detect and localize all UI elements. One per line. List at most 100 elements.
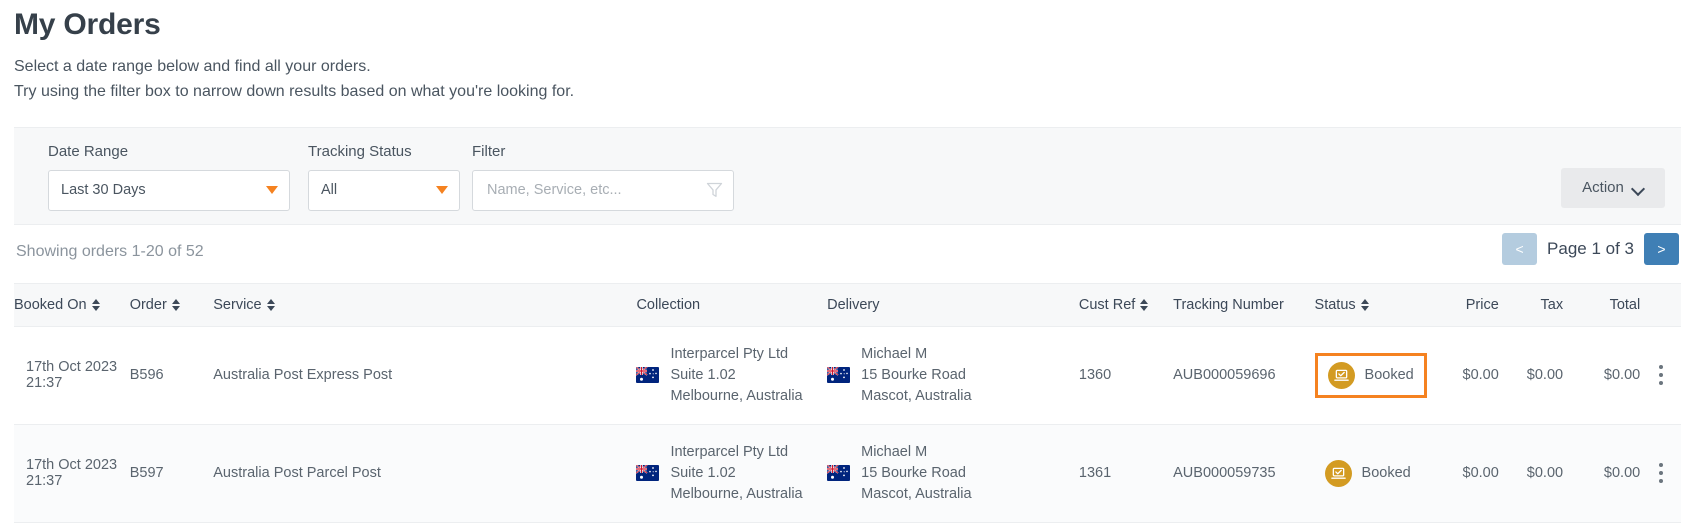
date-range-value: Last 30 Days	[61, 182, 146, 199]
date-range-group: Date Range Last 30 Days	[48, 144, 290, 211]
sort-icon	[171, 298, 181, 311]
col-collection-label: Collection	[636, 296, 701, 313]
sort-icon	[91, 298, 101, 311]
col-price: Price	[1432, 283, 1499, 327]
filter-bar: Date Range Last 30 Days Tracking Status …	[14, 126, 1681, 225]
cell-total: $0.00	[1563, 326, 1641, 425]
col-total-label: Total	[1609, 296, 1641, 313]
table-row[interactable]: 17th Oct 2023 21:37 B596 Australia Post …	[14, 326, 1681, 425]
page-header: My Orders Select a date range below and …	[0, 0, 1695, 105]
col-order-label: Order	[129, 296, 167, 313]
action-button[interactable]: Action	[1561, 167, 1665, 208]
cell-status: Booked	[1314, 326, 1433, 425]
cell-status: Booked	[1314, 424, 1433, 523]
collection-line-2: Suite 1.02	[670, 464, 736, 481]
status-badge[interactable]: Booked	[1314, 352, 1427, 398]
col-booked-on[interactable]: Booked On	[14, 283, 130, 327]
status-label: Booked	[1364, 367, 1414, 384]
action-button-label: Action	[1582, 179, 1624, 197]
caret-down-icon	[266, 186, 278, 195]
cell-collection: Interparcel Pty Ltd Suite 1.02 Melbourne…	[636, 424, 828, 523]
orders-table-body: 17th Oct 2023 21:37 B596 Australia Post …	[14, 326, 1681, 523]
cell-delivery: Michael M 15 Bourke Road Mascot, Austral…	[827, 326, 1079, 425]
collection-line-3: Melbourne, Australia	[670, 485, 803, 502]
collection-line-1: Interparcel Pty Ltd	[670, 443, 789, 460]
cell-price: $0.00	[1432, 424, 1499, 523]
col-service[interactable]: Service	[213, 283, 637, 327]
orders-table: Booked On Order Service Collection Deliv…	[14, 283, 1681, 523]
kebab-menu-icon[interactable]	[1658, 463, 1663, 484]
collection-line-3: Melbourne, Australia	[670, 387, 803, 404]
cell-total: $0.00	[1563, 424, 1641, 523]
col-service-label: Service	[213, 296, 262, 313]
status-label: Booked	[1361, 465, 1411, 482]
cell-delivery: Michael M 15 Bourke Road Mascot, Austral…	[827, 424, 1079, 523]
booked-on-date: 17th Oct 2023	[26, 457, 118, 474]
date-range-label: Date Range	[48, 142, 129, 160]
australia-flag-icon	[636, 465, 660, 482]
cell-row-menu	[1640, 326, 1681, 425]
tracking-status-select[interactable]: All	[308, 169, 460, 211]
booked-parcel-icon	[1327, 361, 1355, 389]
cell-tracking-number[interactable]: AUB000059696	[1173, 326, 1315, 425]
cell-row-menu	[1640, 424, 1681, 523]
delivery-line-2: 15 Bourke Road	[861, 464, 966, 481]
booked-on-date: 17th Oct 2023	[26, 359, 118, 376]
prev-page-button[interactable]: <	[1502, 232, 1538, 265]
booked-on-time: 21:37	[26, 375, 63, 392]
next-page-button[interactable]: >	[1644, 232, 1679, 265]
col-booked-on-label: Booked On	[14, 296, 87, 313]
filter-input[interactable]	[485, 181, 697, 200]
col-price-label: Price	[1465, 296, 1499, 313]
filter-group: Filter	[472, 144, 734, 211]
table-row[interactable]: 17th Oct 2023 21:37 B597 Australia Post …	[14, 424, 1681, 523]
cell-booked-on: 17th Oct 2023 21:37	[14, 326, 130, 425]
tracking-status-label: Tracking Status	[308, 142, 412, 160]
orders-table-head: Booked On Order Service Collection Deliv…	[14, 283, 1681, 327]
sort-icon	[266, 298, 276, 311]
tracking-status-group: Tracking Status All	[308, 144, 460, 211]
cell-booked-on: 17th Oct 2023 21:37	[14, 424, 130, 523]
col-tracking-number-label: Tracking Number	[1173, 296, 1284, 313]
date-range-select[interactable]: Last 30 Days	[48, 169, 290, 211]
col-delivery: Delivery	[827, 283, 1079, 327]
cell-order: B597	[129, 424, 214, 523]
booked-on-time: 21:37	[26, 473, 63, 490]
col-cust-ref[interactable]: Cust Ref	[1078, 283, 1174, 327]
australia-flag-icon	[827, 465, 851, 482]
col-delivery-label: Delivery	[827, 296, 880, 313]
orders-table-wrap: Booked On Order Service Collection Deliv…	[14, 282, 1681, 523]
booked-parcel-icon	[1324, 459, 1352, 487]
col-tracking-number: Tracking Number	[1173, 283, 1315, 327]
col-tax-label: Tax	[1540, 296, 1564, 313]
delivery-line-3: Mascot, Australia	[861, 387, 972, 404]
kebab-menu-icon[interactable]	[1658, 365, 1663, 386]
australia-flag-icon	[827, 367, 851, 384]
col-total: Total	[1563, 283, 1641, 327]
collection-line-2: Suite 1.02	[670, 366, 736, 383]
collection-line-1: Interparcel Pty Ltd	[670, 345, 789, 362]
australia-flag-icon	[636, 367, 660, 384]
col-tax: Tax	[1498, 283, 1564, 327]
page-indicator: Page 1 of 3	[1547, 238, 1634, 258]
pagination: < Page 1 of 3 >	[1502, 232, 1679, 265]
cell-tax: $0.00	[1498, 326, 1564, 425]
sort-icon	[1140, 298, 1149, 311]
funnel-icon	[706, 182, 723, 199]
cell-service: Australia Post Express Post	[213, 326, 637, 425]
page-title: My Orders	[14, 8, 161, 41]
col-cust-ref-label: Cust Ref	[1078, 296, 1136, 313]
col-order[interactable]: Order	[129, 283, 214, 327]
status-badge[interactable]: Booked	[1315, 454, 1421, 493]
my-orders-page: My Orders Select a date range below and …	[0, 0, 1695, 523]
cell-service: Australia Post Parcel Post	[213, 424, 637, 523]
col-status[interactable]: Status	[1314, 283, 1433, 327]
delivery-line-2: 15 Bourke Road	[861, 366, 966, 383]
sort-icon	[1360, 298, 1370, 311]
col-collection: Collection	[636, 283, 828, 327]
filter-label: Filter	[472, 142, 506, 160]
showing-orders-text: Showing orders 1-20 of 52	[16, 242, 204, 260]
cell-order: B596	[129, 326, 214, 425]
cell-tracking-number[interactable]: AUB000059735	[1173, 424, 1315, 523]
tracking-status-value: All	[321, 182, 338, 199]
